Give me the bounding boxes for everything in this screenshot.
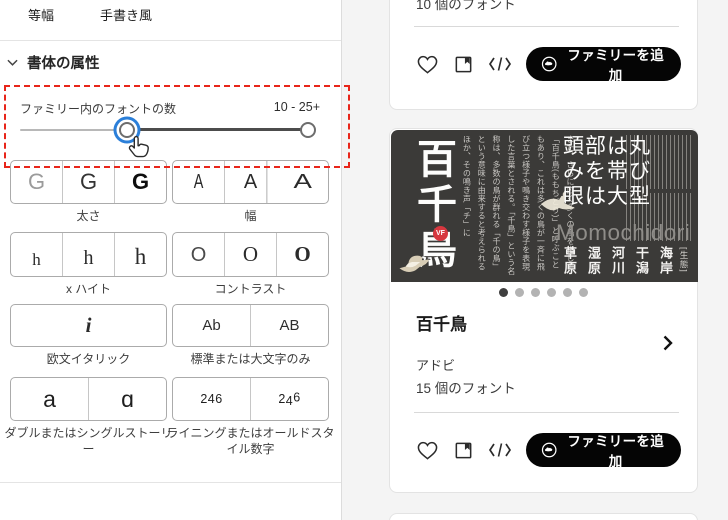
divider: [0, 482, 341, 483]
xheight-group-label: x ハイト: [65, 282, 112, 296]
section-typeface-properties[interactable]: 書体の属性: [7, 52, 100, 73]
contrast-medium-option[interactable]: O: [224, 233, 276, 276]
filter-monospace[interactable]: 等幅: [28, 5, 54, 24]
xheight-high-option[interactable]: h: [114, 233, 166, 276]
preview-latin-name: Momochidori: [556, 220, 691, 245]
italic-group-label: 欧文イタリック: [46, 352, 131, 366]
chevron-down-icon: [7, 59, 18, 66]
filter-group-italic: i: [10, 304, 167, 347]
add-family-label: ファミリーを追加: [567, 434, 664, 469]
add-family-button[interactable]: ファミリーを追加: [526, 47, 681, 83]
weight-light-option[interactable]: G: [11, 161, 62, 203]
font-count: 10 個のフォント: [416, 0, 516, 12]
favorite-button[interactable]: [416, 54, 439, 75]
heart-icon: [417, 441, 438, 460]
weight-group-label: 太さ: [76, 209, 101, 223]
view-specimen-button[interactable]: [453, 440, 474, 461]
bird-illustration: [395, 248, 431, 281]
preview-habitat-words: 草原 湿原 河川 干潟 海岸: [562, 246, 673, 276]
code-icon: [488, 57, 512, 71]
width-extended-option[interactable]: A: [266, 161, 328, 203]
divider: [0, 40, 341, 41]
contrast-low-option[interactable]: O: [173, 233, 224, 276]
filter-group-figures: 246 246: [172, 377, 329, 421]
oldstyle-digit: 2: [278, 391, 286, 406]
creative-cloud-icon: [541, 56, 557, 72]
preview-ecology-tag: [生態]: [679, 247, 689, 273]
carousel-dot[interactable]: [515, 288, 524, 297]
headline-line: みを帯び: [563, 159, 651, 183]
habitat-word: 海岸: [658, 246, 673, 276]
adobe-fonts-browse-screen: 等幅 手書き風 書体の属性 ファミリー内のフォントの数 G G G A A A …: [0, 0, 728, 520]
divider: [414, 412, 679, 413]
caps-group-label: 標準または大文字のみ: [190, 352, 311, 366]
creative-cloud-icon: [541, 442, 557, 458]
code-icon: [488, 443, 512, 457]
specimen-icon: [455, 56, 472, 72]
xheight-low-option[interactable]: h: [11, 233, 62, 276]
headline-line: 眼は大型: [563, 184, 651, 208]
filter-group-caps: Ab AB: [172, 304, 329, 347]
foundry-name: アドビ: [416, 358, 456, 373]
filter-group-story: a ɑ: [10, 377, 167, 421]
contrast-high-option[interactable]: O: [276, 233, 328, 276]
mixed-case-option[interactable]: Ab: [173, 305, 250, 346]
carousel-dot[interactable]: [531, 288, 540, 297]
preview-headline: 頭部は丸 みを帯び 眼は大型: [563, 135, 651, 209]
italic-option[interactable]: i: [11, 305, 166, 346]
hand-cursor-icon: [127, 135, 151, 168]
section-title: 書体の属性: [27, 56, 100, 72]
add-family-label: ファミリーを追加: [567, 48, 664, 83]
habitat-word: 湿原: [586, 246, 601, 276]
carousel-dot[interactable]: [579, 288, 588, 297]
all-caps-option[interactable]: AB: [250, 305, 328, 346]
filter-group-xheight: h h h: [10, 232, 167, 277]
font-count: 15 個のフォント: [416, 381, 516, 396]
filter-group-width: A A A: [172, 160, 329, 204]
double-story-option[interactable]: a: [11, 378, 88, 420]
font-card-previous[interactable]: 10 個のフォント ファミリーを追加: [389, 0, 698, 110]
carousel-dot[interactable]: [547, 288, 556, 297]
oldstyle-digit: 4: [285, 393, 294, 408]
habitat-word: 河川: [610, 246, 625, 276]
filter-handwriting[interactable]: 手書き風: [100, 5, 152, 24]
width-group-label: 幅: [244, 209, 257, 223]
habitat-word: 干潟: [634, 246, 649, 276]
specimen-icon: [455, 442, 472, 458]
contrast-group-label: コントラスト: [214, 282, 287, 296]
carousel-dot[interactable]: [499, 288, 508, 297]
font-card-next[interactable]: [389, 513, 698, 520]
slider-range-value: 10 - 25+: [273, 100, 320, 114]
width-condensed-option[interactable]: A: [180, 161, 217, 203]
slider-label: ファミリー内のフォントの数: [20, 102, 177, 116]
headline-line: 頭部は丸: [563, 135, 651, 158]
add-family-button[interactable]: ファミリーを追加: [526, 433, 681, 469]
font-card-momochidori[interactable]: 百千鳥 VF また、さらに広く多くの鳥を指して「百千鳥(ももちどり)」と呼ぶこと…: [389, 128, 698, 493]
oldstyle-digit: 6: [293, 390, 301, 405]
preview-carousel-dots: [390, 288, 697, 297]
slider-handle-max[interactable]: [300, 122, 316, 138]
variable-font-badge: VF: [433, 226, 448, 241]
chevron-right-icon[interactable]: [663, 335, 673, 356]
figures-group-label: ライニングまたはオールドスタイル数字: [166, 426, 335, 456]
xheight-medium-option[interactable]: h: [62, 233, 114, 276]
habitat-word: 草原: [562, 246, 577, 276]
slider-track-active[interactable]: [127, 128, 308, 131]
oldstyle-figures-option[interactable]: 246: [250, 378, 328, 420]
heart-icon: [417, 55, 438, 74]
embed-code-button[interactable]: [488, 442, 512, 458]
divider: [414, 26, 679, 27]
filter-group-contrast: O O O: [172, 232, 329, 277]
filters-sidebar: 等幅 手書き風 書体の属性 ファミリー内のフォントの数 G G G A A A …: [0, 0, 342, 520]
family-title[interactable]: 百千鳥: [416, 310, 467, 335]
embed-code-button[interactable]: [488, 56, 512, 72]
weight-regular-option[interactable]: G: [62, 161, 114, 203]
single-story-option[interactable]: ɑ: [88, 378, 166, 420]
story-group-label: ダブルまたはシングルストーリー: [4, 426, 173, 456]
font-preview-image[interactable]: 百千鳥 VF また、さらに広く多くの鳥を指して「百千鳥(ももちどり)」と呼ぶこと…: [391, 130, 698, 282]
carousel-dot[interactable]: [563, 288, 572, 297]
view-specimen-button[interactable]: [453, 54, 474, 75]
favorite-button[interactable]: [416, 440, 439, 461]
lining-figures-option[interactable]: 246: [173, 378, 250, 420]
